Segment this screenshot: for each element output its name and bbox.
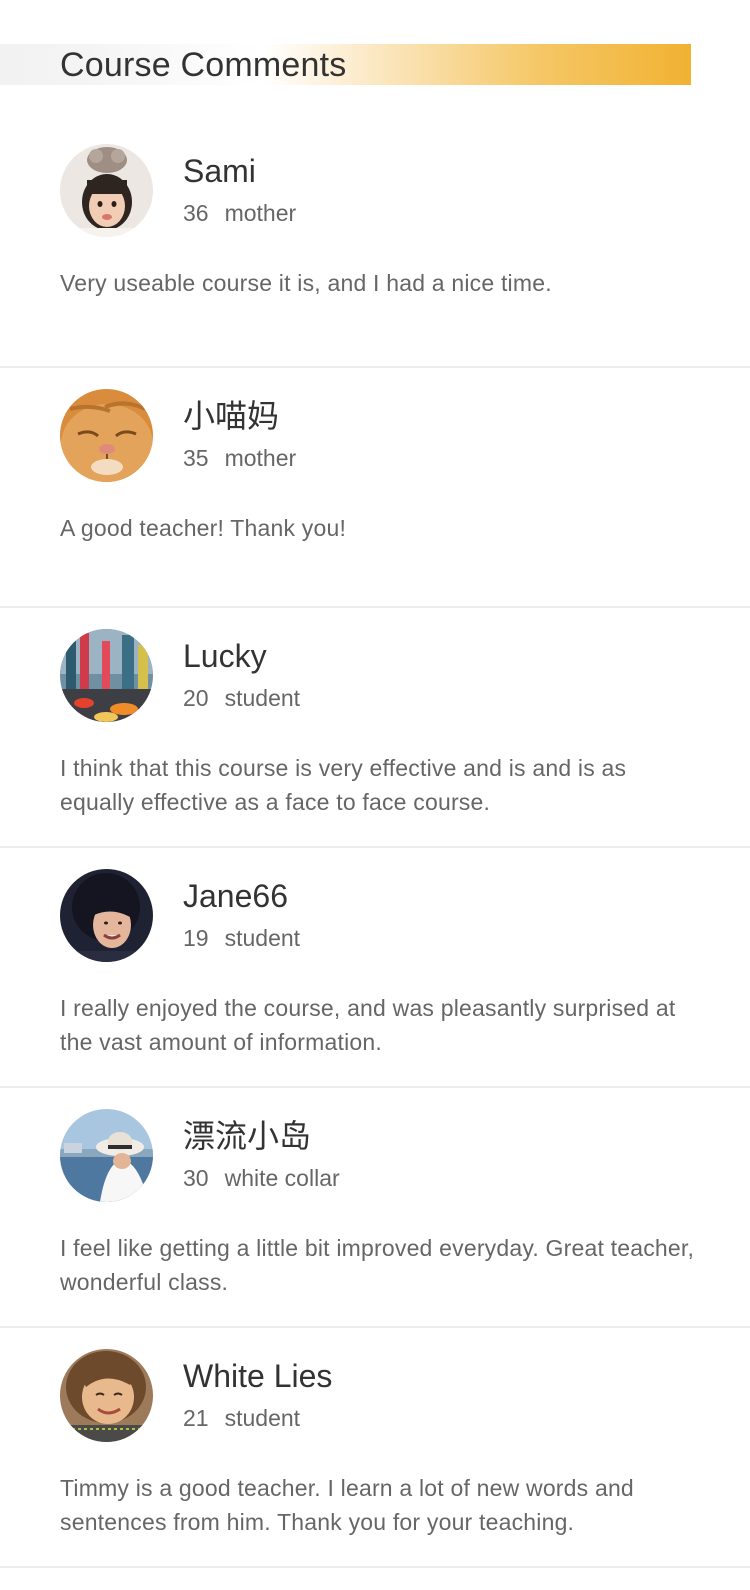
comment-item: 漂流小岛 30 white collar I feel like getting … (0, 1088, 750, 1328)
commenter-role: mother (224, 445, 297, 471)
commenter-name: 小喵妈 (183, 398, 280, 434)
avatar[interactable] (60, 869, 153, 962)
comment-item: Lucky 20 student I think that this course… (0, 608, 750, 848)
commenter-meta: 19 student (183, 923, 300, 953)
commenter-name: Jane66 (183, 878, 288, 914)
comment-text: Very useable course it is, and I had a n… (60, 270, 552, 296)
comment-text: I really enjoyed the course, and was ple… (60, 995, 676, 1055)
page-title: Course Comments (60, 46, 347, 84)
comment-text: I think that this course is very effecti… (60, 755, 627, 815)
commenter-role: student (224, 685, 301, 711)
avatar[interactable] (60, 629, 153, 722)
comment-text: I feel like getting a little bit improve… (60, 1235, 695, 1295)
commenter-meta: 30 white collar (183, 1163, 340, 1193)
commenter-name: 漂流小岛 (183, 1118, 312, 1154)
commenter-role: mother (224, 200, 297, 226)
woman-portrait-avatar-icon (60, 869, 153, 962)
commenter-role: white collar (224, 1165, 340, 1191)
commenter-name: Sami (183, 153, 256, 189)
commenter-age: 35 (183, 445, 209, 471)
comment-text: Timmy is a good teacher. I learn a lot o… (60, 1475, 634, 1535)
commenter-name: Lucky (183, 638, 267, 674)
commenter-meta: 36 mother (183, 198, 296, 228)
commenter-meta: 20 student (183, 683, 300, 713)
comment-text: A good teacher! Thank you! (60, 515, 347, 541)
comment-item: White Lies 21 student Timmy is a good tea… (0, 1328, 750, 1568)
avatar[interactable] (60, 1109, 153, 1202)
commenter-age: 36 (183, 200, 209, 226)
commenter-age: 19 (183, 925, 209, 951)
commenter-age: 20 (183, 685, 209, 711)
comment-item: Jane66 19 student I really enjoyed the co… (0, 848, 750, 1088)
comment-item: Sami 36 mother Very useable course it is,… (0, 123, 750, 368)
child-photo-avatar-icon (60, 144, 153, 237)
comment-list: Sami 36 mother Very useable course it is,… (0, 123, 750, 1568)
seaside-hat-photo-avatar-icon (60, 1109, 153, 1202)
commenter-age: 30 (183, 1165, 209, 1191)
commenter-role: student (224, 1405, 301, 1431)
commenter-role: student (224, 925, 301, 951)
commenter-meta: 35 mother (183, 443, 296, 473)
comment-item: 小喵妈 35 mother A good teacher! Thank you! (0, 368, 750, 608)
city-street-photo-avatar-icon (60, 629, 153, 722)
avatar[interactable] (60, 144, 153, 237)
section-header: Course Comments (0, 44, 691, 85)
girl-selfie-avatar-icon (60, 1349, 153, 1442)
avatar[interactable] (60, 389, 153, 482)
commenter-name: White Lies (183, 1358, 333, 1394)
commenter-meta: 21 student (183, 1403, 300, 1433)
avatar[interactable] (60, 1349, 153, 1442)
commenter-age: 21 (183, 1405, 209, 1431)
cat-photo-avatar-icon (60, 389, 153, 482)
